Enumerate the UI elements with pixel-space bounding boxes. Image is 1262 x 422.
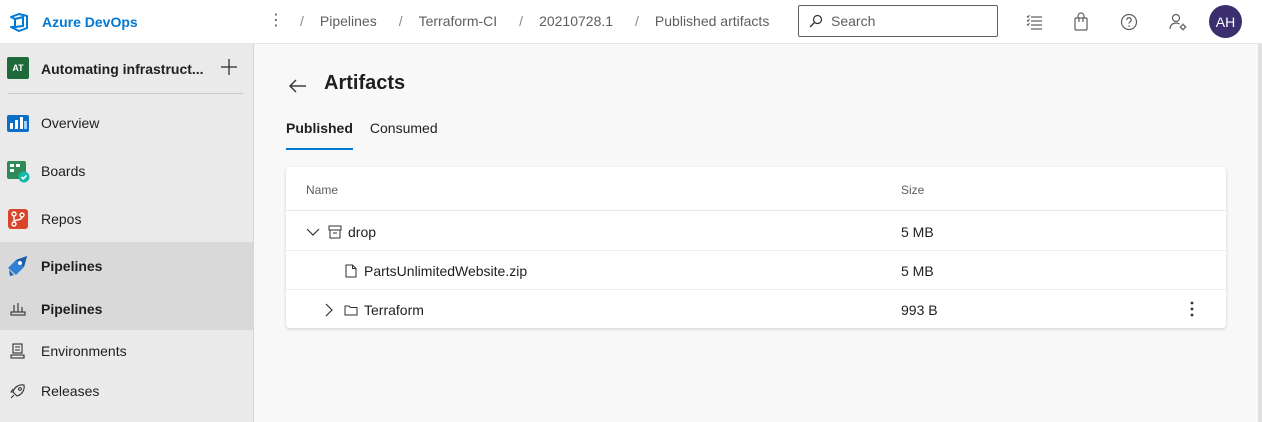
sidebar: AT Automating infrastruct... Overview Bo…: [0, 44, 254, 422]
breadcrumb-separator: /: [398, 13, 403, 29]
column-header-name[interactable]: Name: [306, 183, 338, 197]
repos-icon: [8, 209, 28, 229]
breadcrumb-run[interactable]: 20210728.1: [539, 13, 613, 29]
row-name-cell: Terraform: [322, 302, 424, 318]
plus-icon[interactable]: [219, 57, 239, 77]
table-header: Name Size: [286, 167, 1226, 211]
overview-icon: [7, 115, 29, 132]
pipelines-sub-icon: [10, 303, 26, 316]
sidebar-item-label: Environments: [41, 343, 127, 359]
table-row[interactable]: PartsUnlimitedWebsite.zip 5 MB: [286, 251, 1226, 290]
row-name: drop: [348, 224, 377, 240]
scrollbar-track[interactable]: [1258, 44, 1262, 422]
brand-link[interactable]: Azure DevOps: [8, 11, 138, 33]
chevron-down-icon[interactable]: [306, 225, 320, 239]
avatar[interactable]: AH: [1209, 5, 1242, 38]
breadcrumb-pipeline[interactable]: Terraform-CI: [419, 13, 498, 29]
sidebar-subitem-environments[interactable]: Environments: [0, 331, 253, 371]
task-list-icon[interactable]: [1025, 12, 1045, 32]
breadcrumb-pipelines[interactable]: Pipelines: [320, 13, 377, 29]
more-actions-icon[interactable]: [1184, 299, 1200, 319]
help-icon[interactable]: [1119, 12, 1139, 32]
file-icon: [345, 264, 357, 278]
row-name: Terraform: [364, 302, 424, 318]
breadcrumb-more-icon[interactable]: ⋮: [268, 11, 284, 31]
user-settings-icon[interactable]: [1168, 12, 1188, 32]
app-name: Azure DevOps: [42, 14, 138, 30]
search-box[interactable]: [798, 5, 998, 37]
sidebar-item-label: Releases: [41, 383, 100, 399]
sidebar-item-pipelines[interactable]: Pipelines: [0, 242, 253, 289]
project-header[interactable]: AT Automating infrastruct...: [0, 44, 254, 94]
sidebar-item-label: Pipelines: [41, 301, 103, 317]
folder-icon: [344, 305, 358, 316]
releases-rocket-icon: [10, 384, 25, 399]
project-name[interactable]: Automating infrastruct...: [41, 61, 213, 77]
table-row[interactable]: drop 5 MB: [286, 212, 1226, 251]
project-badge: AT: [7, 57, 29, 79]
breadcrumb-separator: /: [635, 13, 639, 29]
sidebar-item-overview[interactable]: Overview: [0, 103, 253, 143]
sidebar-item-label: Overview: [41, 115, 100, 131]
sidebar-divider: [8, 93, 243, 94]
pipelines-icon: [8, 256, 27, 276]
sidebar-item-repos[interactable]: Repos: [0, 199, 253, 239]
sidebar-subitem-pipelines[interactable]: Pipelines: [0, 289, 253, 330]
artifacts-table: Name Size drop 5 MB PartsUnlimitedWebsit…: [286, 167, 1226, 328]
marketplace-bag-icon[interactable]: [1071, 12, 1091, 32]
tab-published[interactable]: Published: [286, 120, 353, 150]
environments-icon: [10, 343, 25, 359]
tab-consumed[interactable]: Consumed: [370, 120, 438, 150]
row-name: PartsUnlimitedWebsite.zip: [364, 263, 528, 279]
sidebar-item-label: Repos: [41, 211, 82, 227]
table-row[interactable]: Terraform 993 B: [286, 290, 1226, 329]
back-arrow-icon[interactable]: [288, 76, 308, 96]
page-title: Artifacts: [324, 72, 406, 94]
chevron-right-icon[interactable]: [322, 303, 336, 317]
artifact-tabs: Published Consumed: [286, 120, 455, 150]
breadcrumb: / Pipelines / Terraform-CI / 20210728.1 …: [300, 13, 791, 29]
sidebar-item-label: Pipelines: [41, 258, 103, 274]
sidebar-item-label: Boards: [41, 163, 86, 179]
row-size: 5 MB: [901, 263, 934, 279]
search-icon: [809, 14, 823, 28]
top-bar: Azure DevOps ⋮ / Pipelines / Terraform-C…: [0, 0, 1262, 44]
row-name-cell: PartsUnlimitedWebsite.zip: [344, 263, 527, 279]
breadcrumb-separator: /: [300, 13, 304, 29]
row-size: 993 B: [901, 302, 938, 318]
breadcrumb-current[interactable]: Published artifacts: [655, 13, 769, 29]
breadcrumb-separator: /: [519, 13, 524, 29]
column-header-size[interactable]: Size: [901, 183, 924, 197]
artifact-box-icon: [328, 225, 342, 239]
search-input[interactable]: [831, 13, 991, 29]
row-name-cell: drop: [306, 224, 376, 240]
row-size: 5 MB: [901, 224, 934, 240]
sidebar-subitem-releases[interactable]: Releases: [0, 371, 253, 411]
boards-icon: [7, 161, 30, 183]
sidebar-item-boards[interactable]: Boards: [0, 151, 253, 191]
azure-devops-logo-icon: [10, 13, 28, 32]
